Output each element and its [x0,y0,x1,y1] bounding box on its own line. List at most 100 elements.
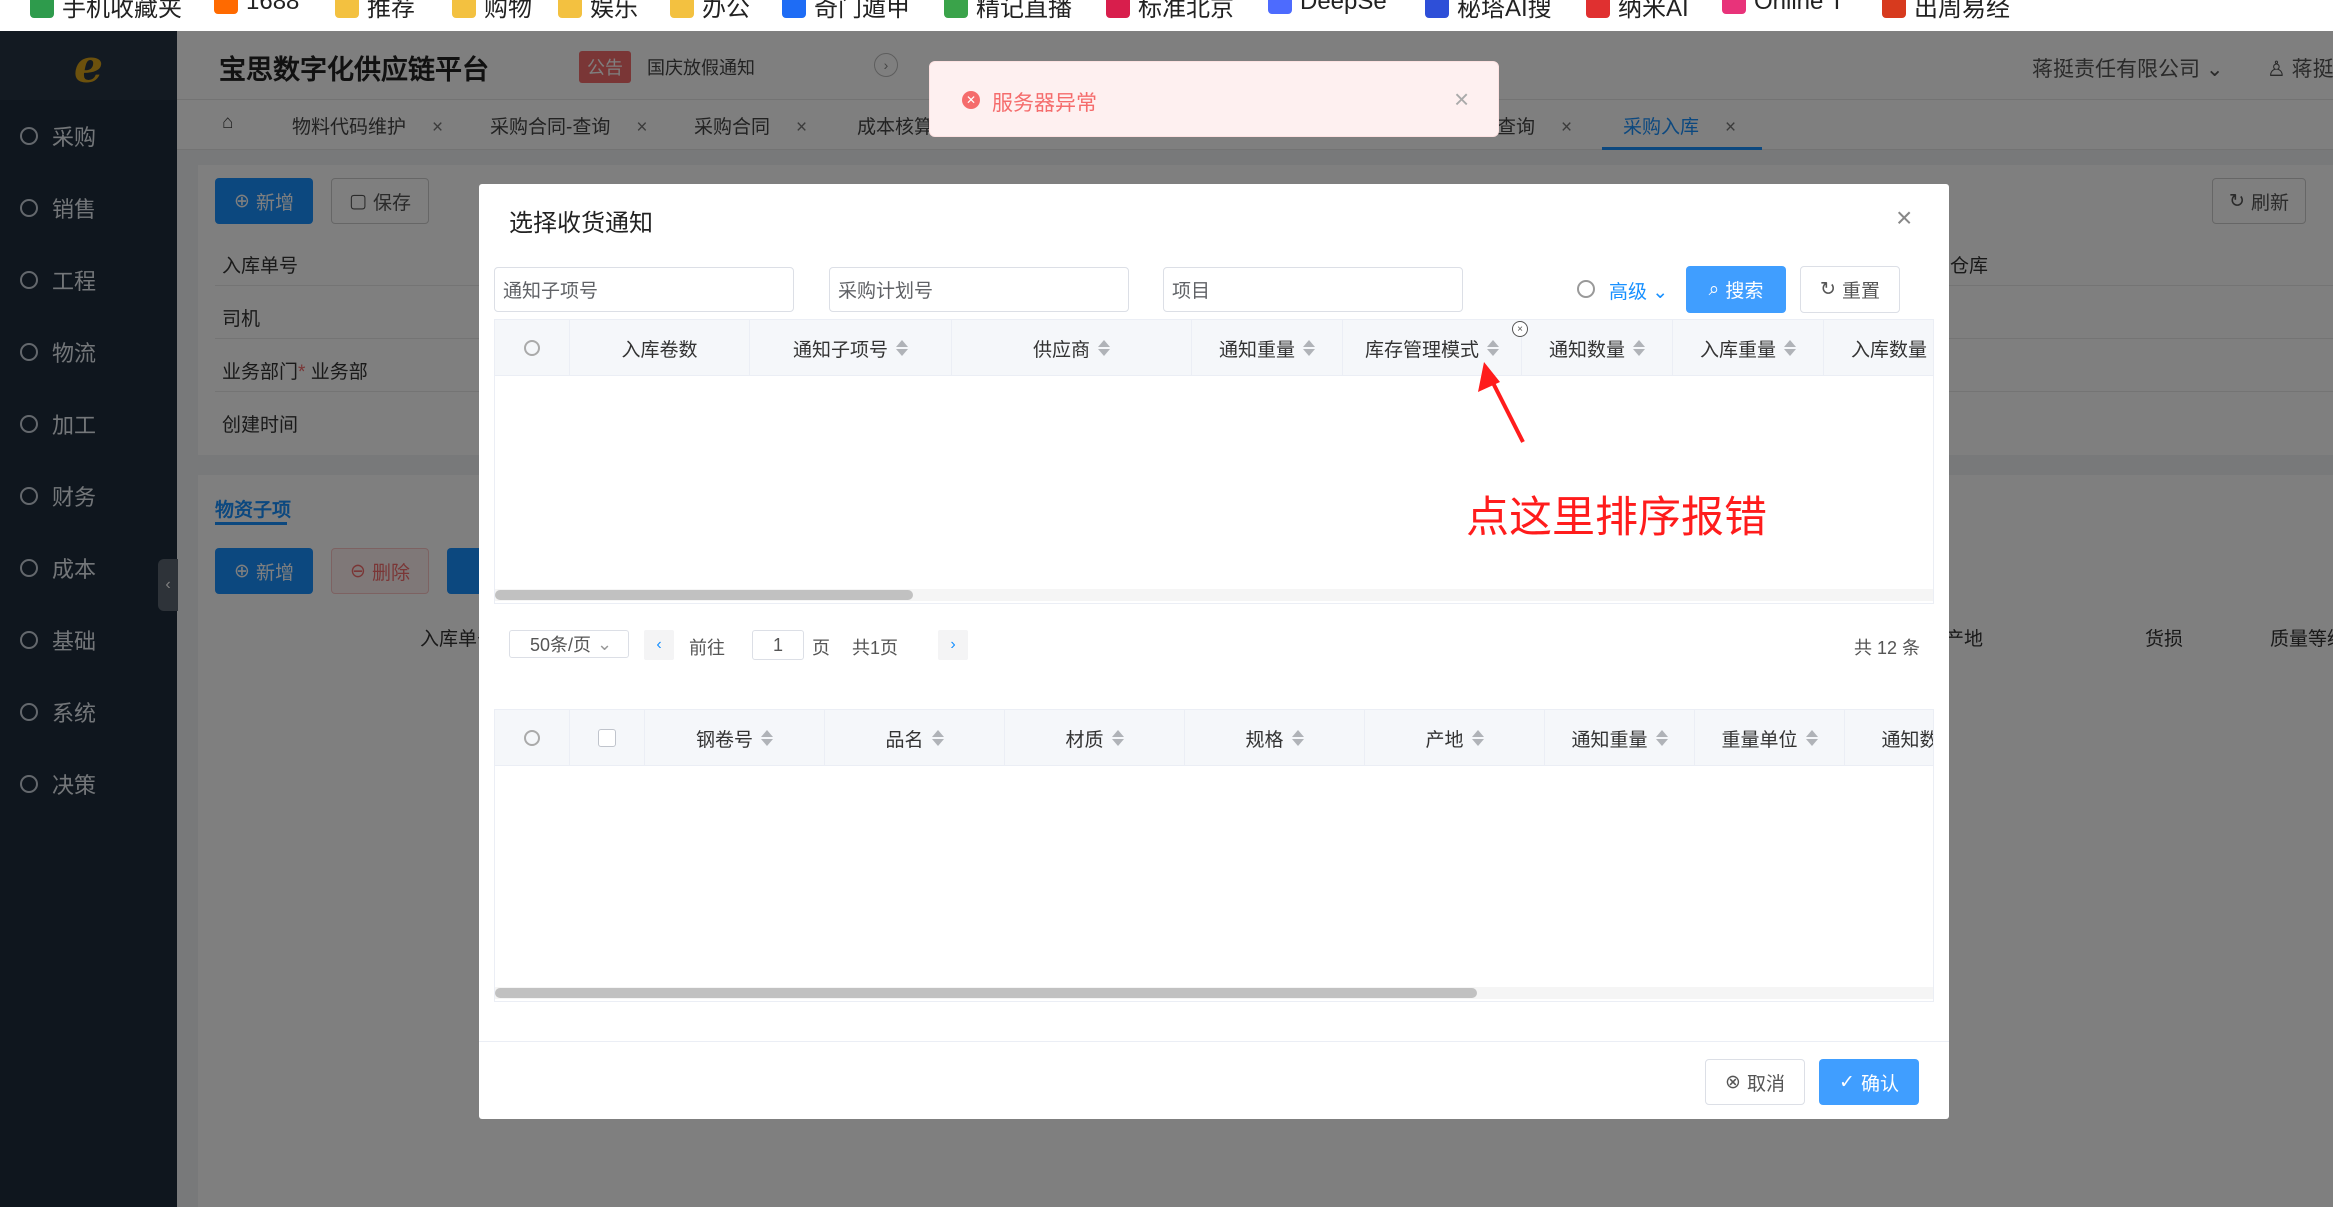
column-label: 库存管理模式 [1364,339,1479,361]
bookmark-label: DeepSe [1300,0,1387,15]
dialog-close-button[interactable]: × [1896,202,1912,234]
folder-icon [335,0,359,18]
column-header[interactable]: 品名 [825,710,1005,766]
bookmark-item[interactable]: DeepSe [1268,0,1387,16]
bookmark-item[interactable]: 秘塔AI搜 [1425,0,1552,23]
table-header: 钢卷号 品名 材质 规格 产地 通知重量 重量单位 通知数量 [495,710,1933,766]
horizontal-scrollbar[interactable] [495,589,1933,601]
column-header[interactable]: 通知子项号 [750,320,952,376]
goto-prefix: 前往 [689,638,725,658]
sort-icon[interactable] [1487,340,1499,356]
bookmark-item[interactable]: 奇门遁甲 [782,0,910,23]
settings-icon[interactable] [1577,280,1595,298]
sort-icon[interactable] [1805,730,1818,746]
sort-icon[interactable] [1111,730,1124,746]
folder-icon [452,0,476,18]
column-label: 通知数量 [1881,729,1933,751]
column-settings[interactable] [495,710,570,766]
toast-close-button[interactable]: × [1454,84,1469,115]
notice-item-input[interactable]: 通知子项号 [494,267,794,312]
reset-label: 重置 [1841,281,1880,302]
bookmark-item[interactable]: 纳米AI [1586,0,1689,23]
column-header[interactable]: 产地 [1365,710,1545,766]
column-label: 入库重量 [1699,339,1776,361]
bookmark-item[interactable]: 推荐 [335,0,415,23]
column-label: 产地 [1425,729,1464,751]
sort-icon[interactable] [1291,730,1304,746]
gear-icon [524,730,540,746]
advanced-toggle[interactable]: 高级 ⌄ [1609,277,1668,304]
cancel-label: 取消 [1746,1073,1785,1095]
page-suffix: 页 [812,638,830,658]
folder-icon [558,0,582,18]
sort-icon[interactable] [1303,340,1315,356]
sort-icon[interactable] [1784,340,1796,356]
select-all-checkbox[interactable] [598,729,616,747]
chevron-left-icon: ‹ [656,636,662,653]
cancel-button[interactable]: ⊗ 取消 [1705,1059,1805,1105]
bookmark-label: 标准北京 [1138,0,1234,22]
column-header[interactable]: 通知重量 [1192,320,1343,376]
plan-no-input[interactable]: 采购计划号 [829,267,1129,312]
sort-icon[interactable] [1655,730,1668,746]
column-header[interactable]: 供应商 [952,320,1192,376]
page-size-select[interactable]: 50条/页 ⌄ [509,630,629,658]
search-button[interactable]: ⌕ 搜索 [1686,266,1786,313]
total-pages: 共1页 [852,638,899,658]
page-number-input[interactable]: 1 [752,630,804,660]
bookmark-icon [944,0,968,18]
sort-icon[interactable] [1633,340,1645,356]
bookmark-item[interactable]: 标准北京 [1106,0,1234,23]
bookmark-item[interactable]: 1688 [214,0,299,16]
column-header[interactable]: 通知重量 [1545,710,1695,766]
close-circle-icon: ⊗ [1725,1071,1741,1093]
chevron-down-icon: ⌄ [1652,282,1669,303]
select-receipt-notice-dialog: 选择收货通知 × 通知子项号 采购计划号 项目 高级 ⌄ ⌕ 搜索 ↻ 重置 入库卷… [479,184,1949,1119]
column-header[interactable]: 规格 [1185,710,1365,766]
column-settings[interactable] [495,320,570,376]
total-records: 共 12 条 [1854,638,1921,658]
folder-icon [670,0,694,18]
sort-icon[interactable] [931,730,944,746]
column-header[interactable]: 重量单位 [1695,710,1845,766]
bookmark-icon [1268,0,1292,14]
bookmark-item[interactable]: 精记直播 [944,0,1072,23]
bookmark-item[interactable]: 出周易经 [1882,0,2010,23]
bookmark-label: 1688 [246,0,300,15]
column-header[interactable]: 入库数量 [1824,320,1933,376]
reset-button[interactable]: ↻ 重置 [1800,266,1900,313]
bookmark-item[interactable]: 娱乐 [558,0,638,23]
column-header[interactable]: 入库卷数 [570,320,750,376]
scrollbar-thumb[interactable] [495,590,913,600]
scrollbar-thumb[interactable] [495,988,1477,998]
chevron-down-icon: ⌄ [597,633,613,654]
bookmark-item[interactable]: 购物 [452,0,532,23]
bookmark-item[interactable]: Online T [1722,0,1844,16]
dialog-title: 选择收货通知 [509,210,653,237]
column-header[interactable]: 材质 [1005,710,1185,766]
sort-icon[interactable] [896,340,908,356]
column-header-inventory-mode[interactable]: 库存管理模式 [1343,320,1522,376]
select-all-column[interactable] [570,710,645,766]
column-header[interactable]: 钢卷号 [645,710,825,766]
clear-sort-icon[interactable]: × [1512,321,1528,337]
bookmark-item[interactable]: 手机收藏夹 [30,0,182,23]
column-header[interactable]: 通知数量 [1522,320,1673,376]
sort-icon[interactable] [761,730,773,746]
dialog-footer-divider [479,1041,1949,1042]
prev-page-button[interactable]: ‹ [644,630,674,660]
column-header[interactable]: 通知数量 [1845,710,1933,766]
bookmark-label: 纳米AI [1618,0,1689,22]
sort-icon[interactable] [1471,730,1484,746]
next-page-button[interactable]: › [938,630,968,660]
search-icon: ⌕ [1708,278,1720,300]
sort-icon[interactable] [1098,340,1110,356]
bookmark-item[interactable]: 办公 [670,0,750,23]
horizontal-scrollbar[interactable] [495,987,1933,999]
bookmark-label: 购物 [484,0,532,22]
bookmark-label: 出周易经 [1914,0,2010,22]
confirm-button[interactable]: ✓ 确认 [1819,1059,1919,1105]
bookmark-icon [214,0,238,14]
project-input[interactable]: 项目 [1163,267,1463,312]
column-header[interactable]: 入库重量 [1673,320,1824,376]
